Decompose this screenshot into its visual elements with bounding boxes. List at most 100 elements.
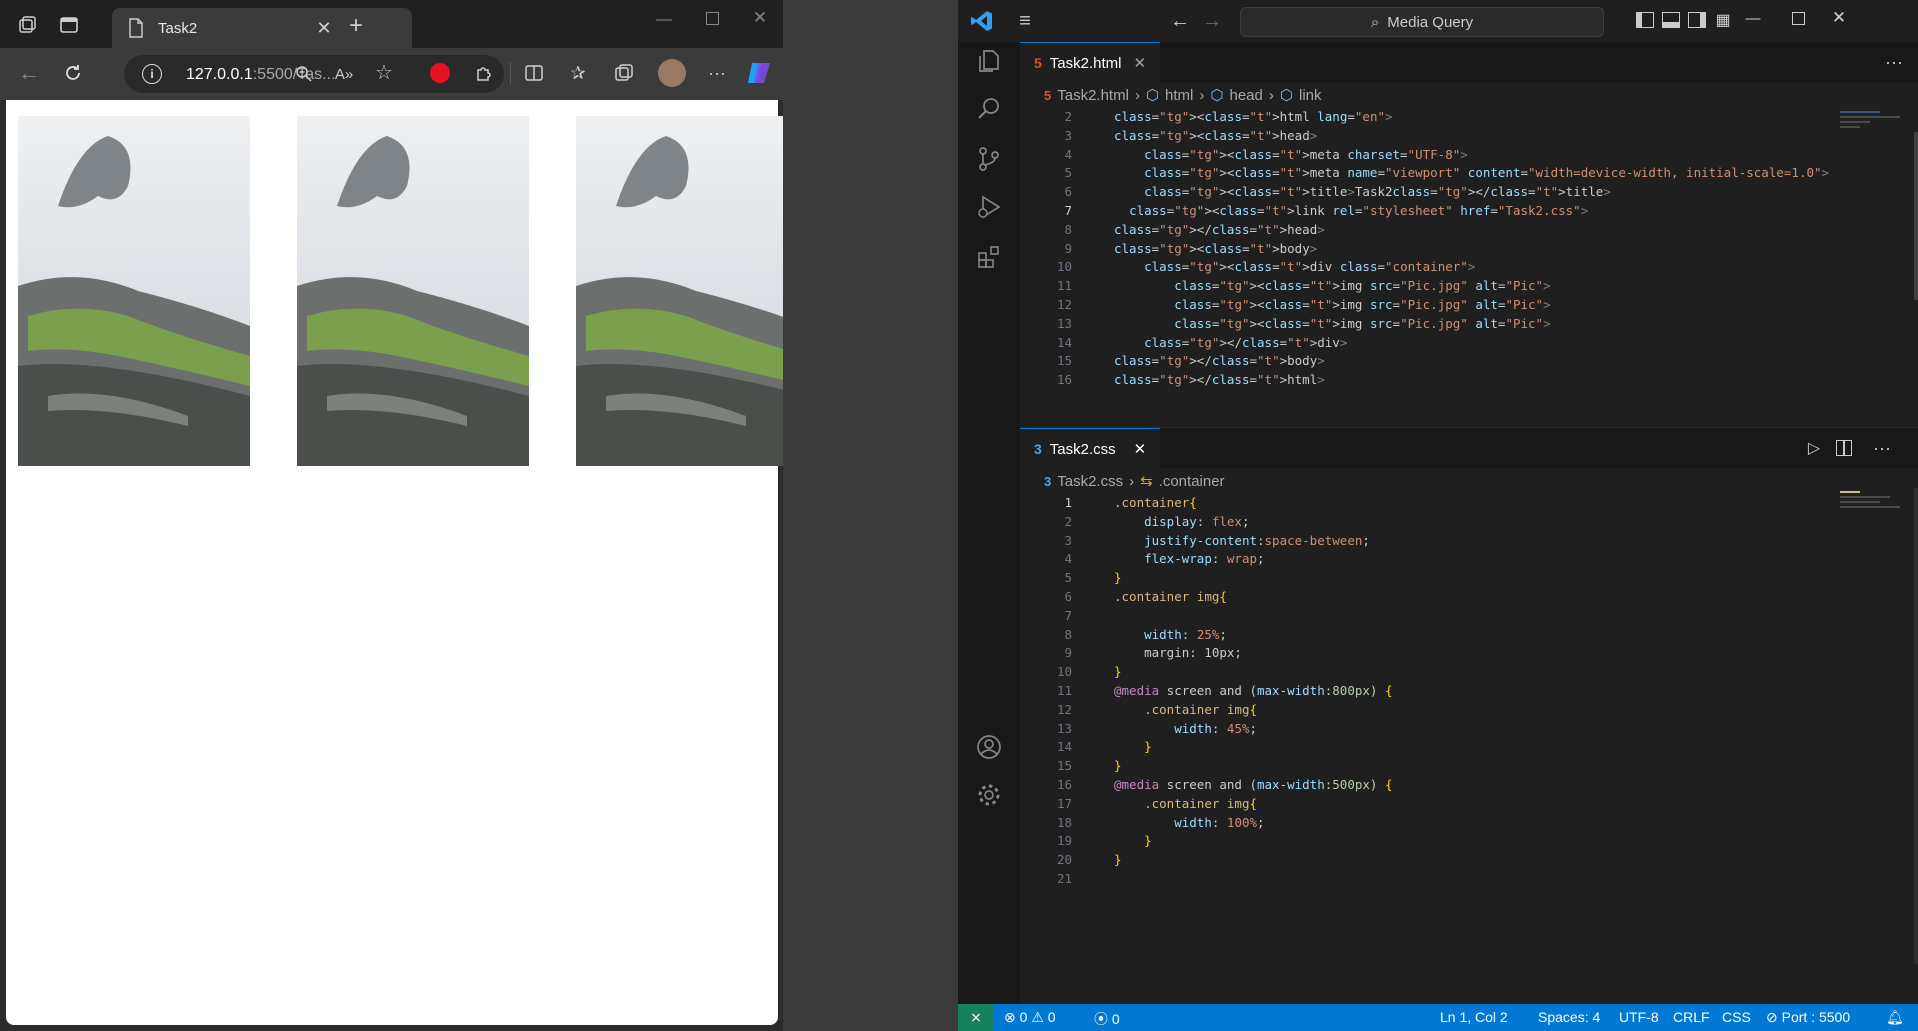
- breadcrumb-file[interactable]: Task2.html: [1057, 87, 1129, 104]
- line-number: 5: [1064, 165, 1072, 181]
- line-number: 9: [1064, 240, 1072, 256]
- vscode-minimize-icon[interactable]: —: [1742, 7, 1764, 29]
- css-code-area[interactable]: 1 .container{2 display: flex; 3 justify-co…: [1020, 494, 1918, 994]
- breadcrumb-html[interactable]: html: [1165, 87, 1193, 104]
- breadcrumb-file[interactable]: Task2.css: [1057, 473, 1123, 490]
- favorite-star-icon[interactable]: ☆: [372, 60, 396, 84]
- split-editor-icon[interactable]: [1836, 440, 1852, 456]
- line-number: 11: [1056, 683, 1072, 698]
- line-number: 20: [1056, 852, 1072, 868]
- code-line: class="tg"><class="t">head>: [1114, 127, 1318, 143]
- breadcrumb-separator: ›: [1199, 86, 1205, 104]
- close-window-icon[interactable]: ✕: [748, 6, 772, 30]
- indentation[interactable]: Spaces: 4: [1538, 1009, 1600, 1025]
- css-editor-tabs: 3 Task2.css ✕ ▷ ···: [1020, 428, 1918, 469]
- status-bar: ⨯ ⊗ 0 ⚠ 0 ⦿ 0 Ln 1, Col 2 Spaces: 4 UTF-…: [958, 1004, 1918, 1031]
- code-line: class="tg"></class="t">body>: [1114, 353, 1325, 369]
- code-line: class="tg"><class="t">img src="Pic.jpg" …: [1174, 297, 1551, 312]
- breadcrumb-head[interactable]: head: [1230, 87, 1263, 104]
- problems-indicator[interactable]: ⊗ 0 ⚠ 0: [1004, 1009, 1056, 1026]
- accounts-icon[interactable]: [972, 730, 1006, 764]
- line-number: 13: [1056, 720, 1072, 736]
- end-of-line[interactable]: CRLF: [1673, 1009, 1710, 1025]
- code-line: .container img{: [1114, 589, 1227, 604]
- vertical-scrollbar[interactable]: [1914, 488, 1918, 964]
- menu-icon[interactable]: ≡: [1012, 9, 1038, 33]
- live-server-port[interactable]: ⊘ Port : 5500: [1766, 1009, 1850, 1026]
- site-info-icon[interactable]: i: [142, 64, 162, 84]
- notifications-bell-icon[interactable]: 🔔︎: [1886, 1009, 1904, 1026]
- line-number: 4: [1064, 146, 1072, 162]
- cube-icon: ⬡: [1210, 87, 1224, 104]
- breadcrumb: 3 Task2.css › ⇆ .container: [1020, 468, 1918, 494]
- pic-image-2: [297, 116, 529, 466]
- split-screen-icon[interactable]: [522, 61, 546, 85]
- extensions-view-icon[interactable]: [972, 240, 1006, 274]
- tab-task2-css[interactable]: 3 Task2.css ✕: [1020, 428, 1161, 469]
- selector-icon: ⇆: [1140, 473, 1153, 490]
- css3-file-icon: 3: [1044, 473, 1052, 489]
- toggle-secondary-sidebar-icon[interactable]: [1688, 12, 1706, 28]
- command-center-search[interactable]: ⌕ Media Query: [1240, 7, 1604, 37]
- minimap[interactable]: [1840, 108, 1910, 168]
- extensions-icon[interactable]: [472, 61, 496, 85]
- toggle-panel-icon[interactable]: [1662, 12, 1680, 28]
- line-number: 16: [1056, 372, 1072, 388]
- editor-more-actions-icon[interactable]: ···: [1882, 50, 1906, 74]
- editor-more-actions-icon[interactable]: ···: [1870, 436, 1894, 460]
- line-number: 4: [1064, 551, 1072, 567]
- ports-count: 0: [1111, 1011, 1120, 1027]
- cursor-position[interactable]: Ln 1, Col 2: [1440, 1009, 1508, 1025]
- language-mode[interactable]: CSS: [1722, 1009, 1751, 1025]
- search-view-icon[interactable]: [972, 92, 1006, 126]
- line-number: 1: [1064, 495, 1072, 510]
- vscode-close-icon[interactable]: ✕: [1828, 7, 1850, 29]
- run-debug-icon[interactable]: [972, 190, 1006, 224]
- collections-icon[interactable]: [612, 61, 636, 85]
- close-tab-icon[interactable]: ✕: [312, 16, 336, 40]
- vertical-scrollbar[interactable]: [1914, 132, 1918, 300]
- line-number: 14: [1056, 739, 1072, 755]
- read-aloud-icon[interactable]: A»: [332, 62, 356, 86]
- breadcrumb-link[interactable]: link: [1299, 87, 1322, 104]
- ports-indicator[interactable]: ⦿ 0: [1094, 1009, 1120, 1029]
- vscode-maximize-icon[interactable]: [1792, 12, 1805, 25]
- code-line: class="tg"><class="t">meta name="viewpor…: [1144, 165, 1830, 181]
- cube-icon: ⬡: [1145, 87, 1160, 104]
- html5-file-icon: 5: [1044, 87, 1052, 103]
- favorites-icon[interactable]: ✰: [566, 61, 590, 85]
- tab-task2-html[interactable]: 5 Task2.html ✕: [1020, 42, 1161, 83]
- close-editor-icon[interactable]: ✕: [1134, 440, 1147, 458]
- remote-indicator-icon[interactable]: ⨯: [958, 1004, 994, 1031]
- adblock-extension-icon[interactable]: [430, 63, 450, 83]
- run-icon[interactable]: ▷: [1802, 436, 1826, 460]
- zoom-icon[interactable]: [292, 62, 316, 86]
- copilot-icon[interactable]: [746, 60, 774, 86]
- close-editor-icon[interactable]: ✕: [1134, 54, 1147, 72]
- source-control-icon[interactable]: [972, 142, 1006, 176]
- nav-forward-icon[interactable]: →: [1200, 9, 1224, 33]
- page-viewport: [6, 100, 808, 1025]
- new-tab-icon[interactable]: +: [344, 12, 368, 39]
- more-options-icon[interactable]: ···: [704, 60, 730, 86]
- back-icon[interactable]: ←: [16, 60, 42, 86]
- explorer-icon[interactable]: [972, 44, 1006, 78]
- minimize-icon[interactable]: —: [652, 8, 676, 32]
- code-line: display: flex;: [1144, 513, 1250, 529]
- workspaces-icon[interactable]: [14, 12, 40, 38]
- code-line: class="tg"><class="t">html lang="en">: [1114, 109, 1393, 124]
- toggle-primary-sidebar-icon[interactable]: [1636, 12, 1654, 28]
- customize-layout-icon[interactable]: ▦: [1712, 9, 1734, 31]
- refresh-icon[interactable]: [60, 60, 86, 86]
- breadcrumb-selector[interactable]: .container: [1159, 473, 1225, 490]
- code-line: class="tg"><class="t">img src="Pic.jpg" …: [1174, 315, 1551, 331]
- line-number: 10: [1056, 259, 1072, 275]
- nav-back-icon[interactable]: ←: [1168, 9, 1192, 33]
- profile-avatar[interactable]: [658, 59, 686, 87]
- maximize-icon[interactable]: [706, 12, 719, 25]
- encoding[interactable]: UTF-8: [1619, 1009, 1659, 1025]
- minimap[interactable]: [1840, 488, 1910, 528]
- code-line: justify-content:space-between;: [1144, 532, 1370, 548]
- tab-actions-icon[interactable]: [56, 12, 82, 38]
- manage-gear-icon[interactable]: [972, 778, 1006, 812]
